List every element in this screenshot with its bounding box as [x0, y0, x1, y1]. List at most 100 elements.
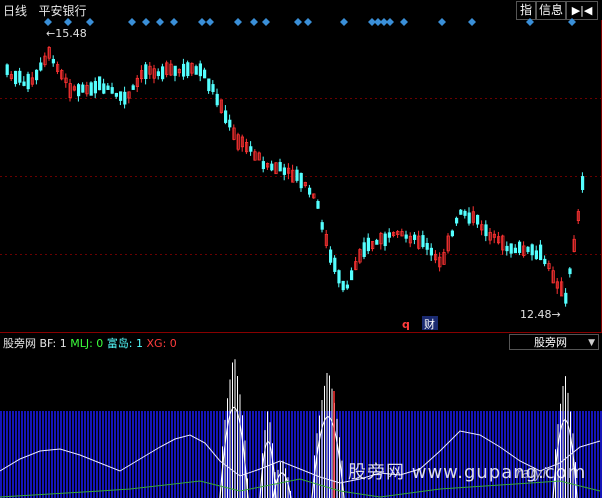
blue-bar [357, 411, 359, 498]
blue-bar [171, 411, 173, 498]
blue-bar [540, 411, 542, 498]
blue-bar [543, 411, 545, 498]
candle [194, 66, 198, 75]
blue-bar [3, 411, 5, 498]
blue-bar [249, 411, 251, 498]
blue-bar [111, 411, 113, 498]
blue-bar [483, 411, 485, 498]
blue-bar [393, 411, 395, 498]
blue-bar [12, 411, 14, 498]
blue-bar [123, 411, 125, 498]
candle [345, 284, 350, 289]
blue-bar [411, 411, 413, 498]
candle [181, 63, 186, 77]
candle [270, 163, 274, 171]
blue-bar [57, 411, 59, 498]
cai-marker[interactable]: 财 [424, 317, 435, 331]
blue-bar [66, 411, 68, 498]
blue-bar [390, 411, 392, 498]
blue-bar [363, 411, 365, 498]
indicator-header: 股旁网 BF: 1 MLJ: 0 富岛: 1 XG: 0 股旁网 ▼ [0, 332, 602, 351]
blue-bar [417, 411, 419, 498]
blue-bar [537, 411, 539, 498]
blue-bar [255, 411, 257, 498]
blue-bar [594, 411, 596, 498]
blue-bar [369, 411, 371, 498]
blue-bar [102, 411, 104, 498]
fudao-value: 富岛: 1 [106, 337, 144, 350]
signal-diamond [304, 18, 312, 26]
blue-bar [207, 411, 209, 498]
candles [5, 46, 585, 307]
blue-bar [402, 411, 404, 498]
blue-bar [156, 411, 158, 498]
candle [404, 234, 408, 239]
blue-bar [489, 411, 491, 498]
blue-bar [408, 411, 410, 498]
candle [22, 81, 26, 86]
candle [366, 237, 371, 252]
blue-bar [366, 411, 368, 498]
blue-bar [93, 411, 95, 498]
candle [39, 62, 43, 71]
blue-bar [39, 411, 41, 498]
blue-bar [201, 411, 203, 498]
candle [228, 119, 232, 128]
blue-bar [0, 411, 2, 498]
signal-diamond [438, 18, 446, 26]
blue-bar [60, 411, 62, 498]
blue-bar [462, 411, 464, 498]
blue-bar [441, 411, 443, 498]
candle [513, 247, 518, 254]
blue-bar [252, 411, 254, 498]
blue-bar [108, 411, 110, 498]
blue-bar [63, 411, 65, 498]
blue-bar [429, 411, 431, 498]
blue-bar [159, 411, 161, 498]
candle [459, 209, 463, 215]
candle [328, 249, 333, 263]
blue-bar [303, 411, 305, 498]
candle [337, 270, 341, 284]
candlestick-chart[interactable]: ←15.48 12.48→ q 财 [0, 0, 602, 332]
blue-bar [33, 411, 35, 498]
candle [186, 62, 190, 77]
blue-bar [69, 411, 71, 498]
candle [35, 69, 39, 81]
blue-bar [387, 411, 389, 498]
signal-diamond [526, 18, 534, 26]
candle [160, 66, 165, 80]
blue-bar [99, 411, 101, 498]
blue-bar [96, 411, 98, 498]
candle [26, 73, 30, 90]
blue-bar [423, 411, 425, 498]
blue-bar [426, 411, 428, 498]
blue-bar [117, 411, 119, 498]
blue-bar [591, 411, 593, 498]
signal-diamond [262, 18, 270, 26]
candle [425, 242, 429, 250]
blue-bar [588, 411, 590, 498]
q-marker[interactable]: q [402, 318, 410, 331]
signal-diamond [340, 18, 348, 26]
candle [114, 92, 118, 97]
signal-diamond [198, 18, 206, 26]
candle [564, 292, 568, 304]
candle [119, 91, 123, 101]
candle [475, 214, 480, 225]
signal-diamond [234, 18, 242, 26]
candle [13, 70, 18, 85]
blue-bar [579, 411, 581, 498]
blue-bar [420, 411, 422, 498]
candle [568, 268, 572, 275]
indicator-select[interactable]: 股旁网 ▼ [509, 334, 599, 350]
blue-bar [90, 411, 92, 498]
signal-diamonds [44, 18, 576, 26]
signal-diamond [250, 18, 258, 26]
candle [526, 246, 530, 253]
blue-bar [585, 411, 587, 498]
blue-bar [84, 411, 86, 498]
signal-diamond [142, 18, 150, 26]
candle [505, 245, 509, 252]
blue-bar [45, 411, 47, 498]
